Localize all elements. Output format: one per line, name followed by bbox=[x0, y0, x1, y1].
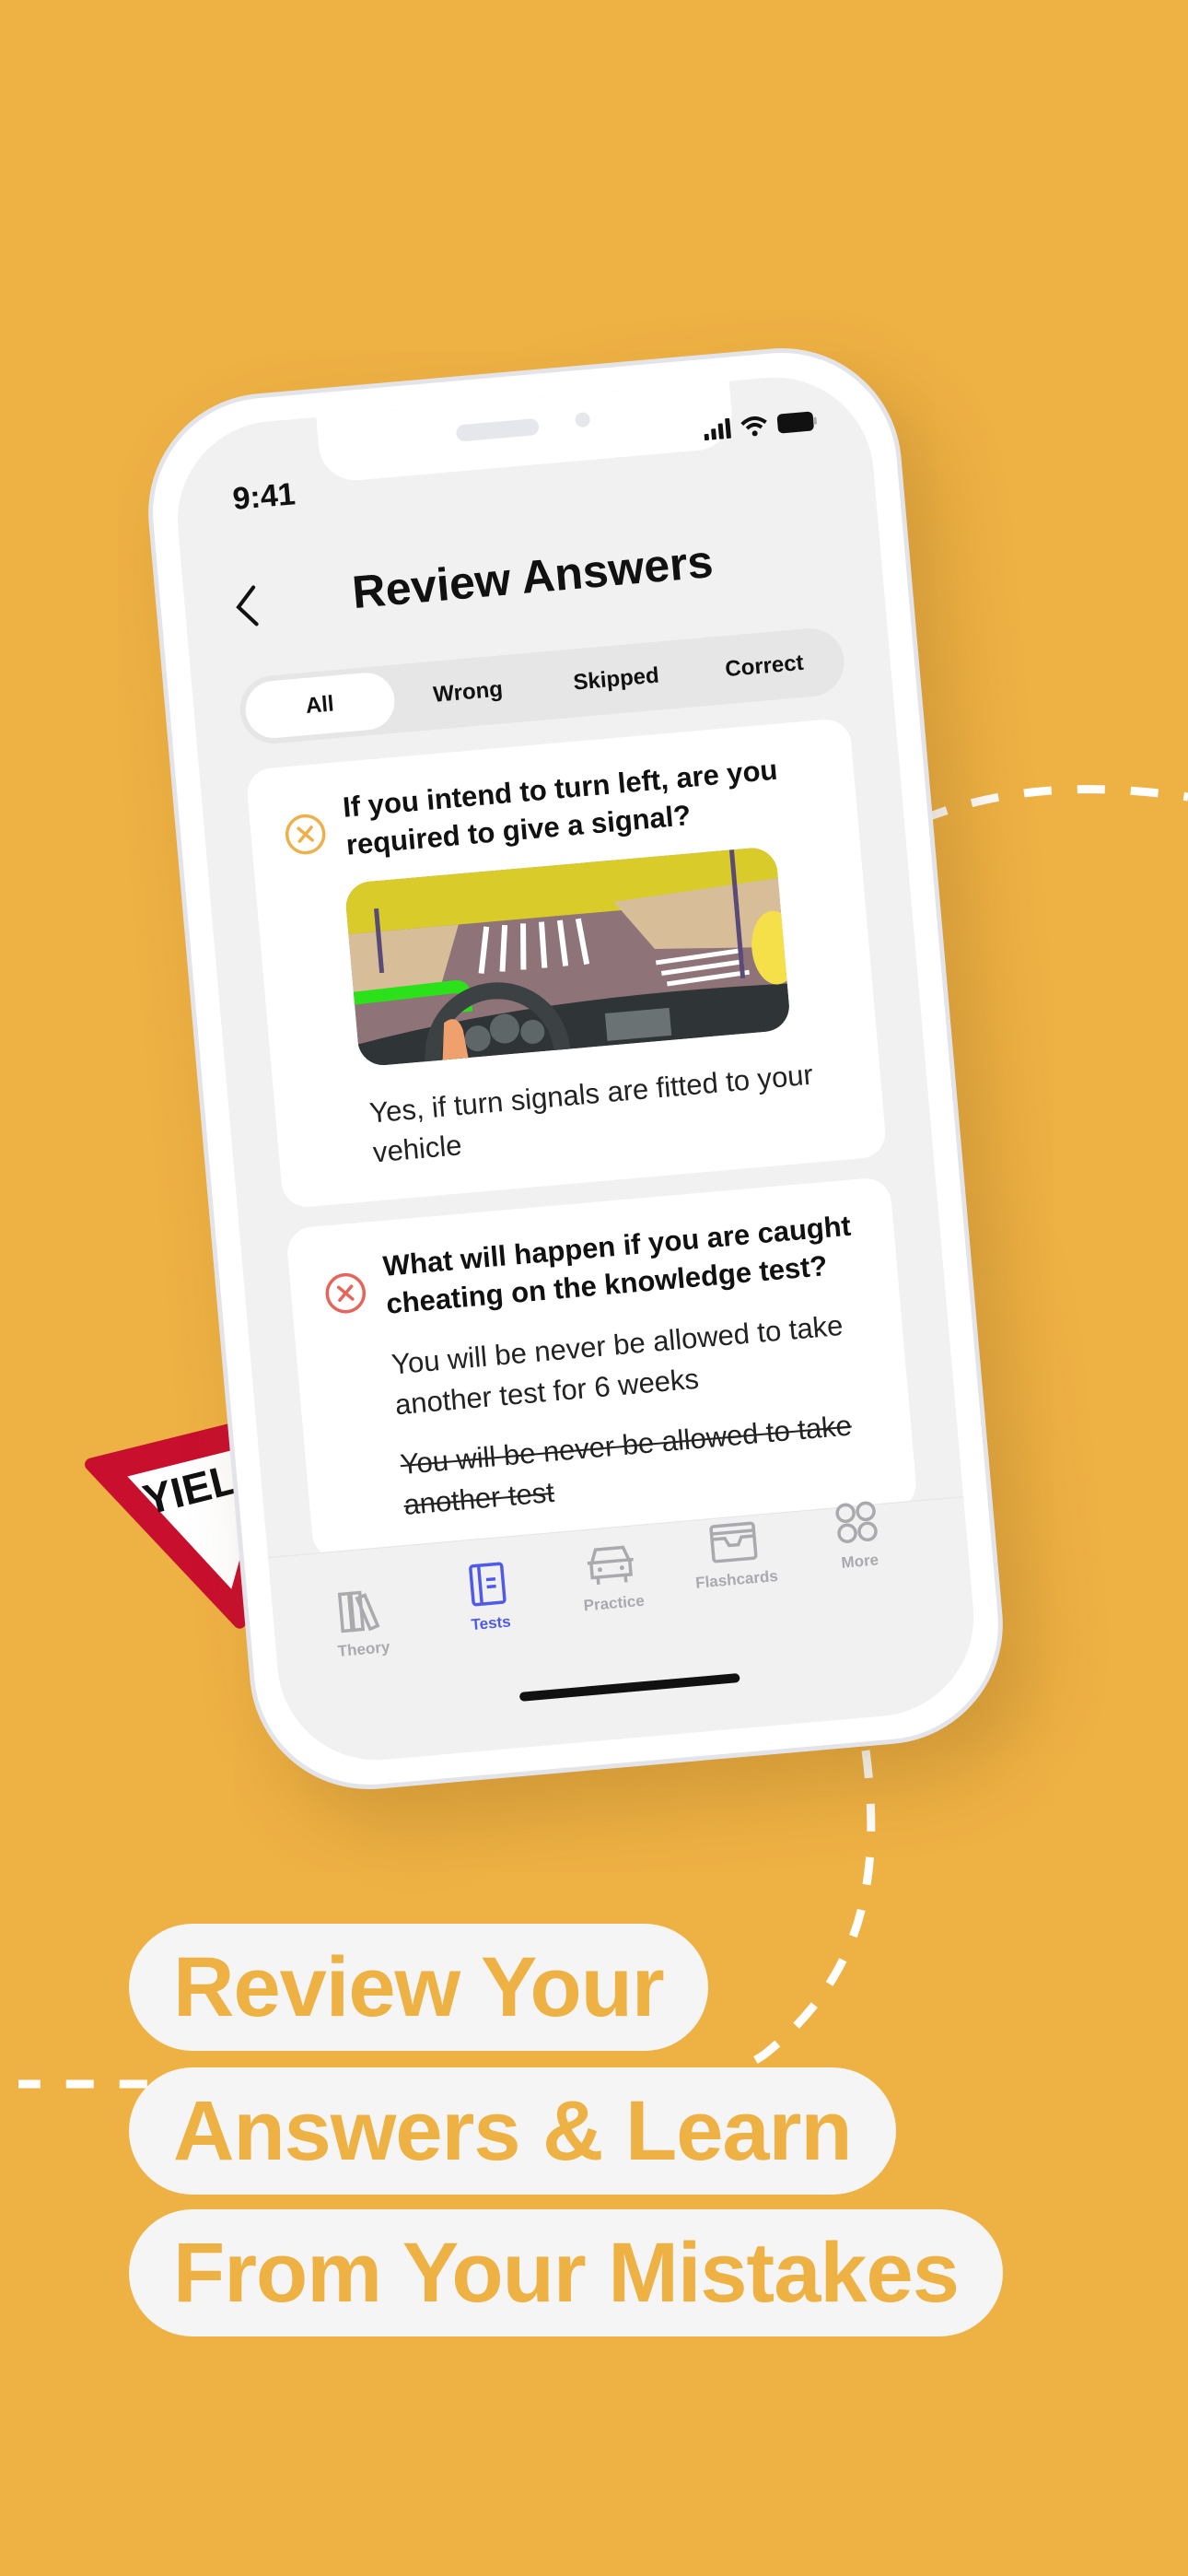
phone-notch bbox=[316, 381, 735, 484]
driving-illustration bbox=[344, 846, 798, 1129]
skipped-x-icon bbox=[285, 814, 326, 855]
question-card[interactable]: If you intend to turn left, are you requ… bbox=[245, 717, 888, 1209]
battery-icon bbox=[776, 411, 817, 434]
home-indicator[interactable] bbox=[518, 1672, 740, 1702]
signal-icon bbox=[704, 417, 731, 441]
headline-line-3: From Your Mistakes bbox=[129, 2209, 1003, 2336]
correct-answer-text: You will be never be allowed to take ano… bbox=[390, 1309, 844, 1422]
tab-wrong[interactable]: Wrong bbox=[391, 658, 544, 728]
app-screen: 9:41 Review Answers All Wrong Skipped Co… bbox=[169, 369, 983, 1769]
tabbar-more[interactable]: More bbox=[795, 1494, 920, 1576]
correct-answer-text: Yes, if turn signals are fitted to your … bbox=[367, 1058, 815, 1169]
cards-icon bbox=[709, 1521, 758, 1563]
tab-skipped[interactable]: Skipped bbox=[540, 645, 693, 715]
wrong-x-icon bbox=[325, 1272, 367, 1314]
question-text: What will happen if you are caught cheat… bbox=[381, 1209, 853, 1320]
tabbar-flashcards[interactable]: Flashcards bbox=[672, 1516, 798, 1594]
wifi-icon bbox=[740, 416, 767, 437]
books-icon bbox=[337, 1590, 380, 1633]
page-title: Review Answers bbox=[350, 535, 716, 619]
tabbar-practice[interactable]: Practice bbox=[549, 1536, 674, 1618]
headline-line-2: Answers & Learn bbox=[129, 2067, 896, 2195]
question-text: If you intend to turn left, are you requ… bbox=[341, 753, 779, 861]
car-icon bbox=[587, 1545, 634, 1586]
tab-correct[interactable]: Correct bbox=[688, 632, 841, 702]
grid-circles-icon bbox=[835, 1501, 878, 1543]
phone-mockup: 9:41 Review Answers All Wrong Skipped Co… bbox=[138, 338, 1013, 1799]
tabbar-theory[interactable]: Theory bbox=[298, 1582, 424, 1664]
headline-line-1: Review Your bbox=[129, 1924, 708, 2051]
notebook-icon bbox=[469, 1562, 507, 1607]
tabbar-tests[interactable]: Tests bbox=[425, 1556, 551, 1638]
status-time: 9:41 bbox=[231, 476, 297, 518]
tab-all[interactable]: All bbox=[243, 670, 397, 741]
